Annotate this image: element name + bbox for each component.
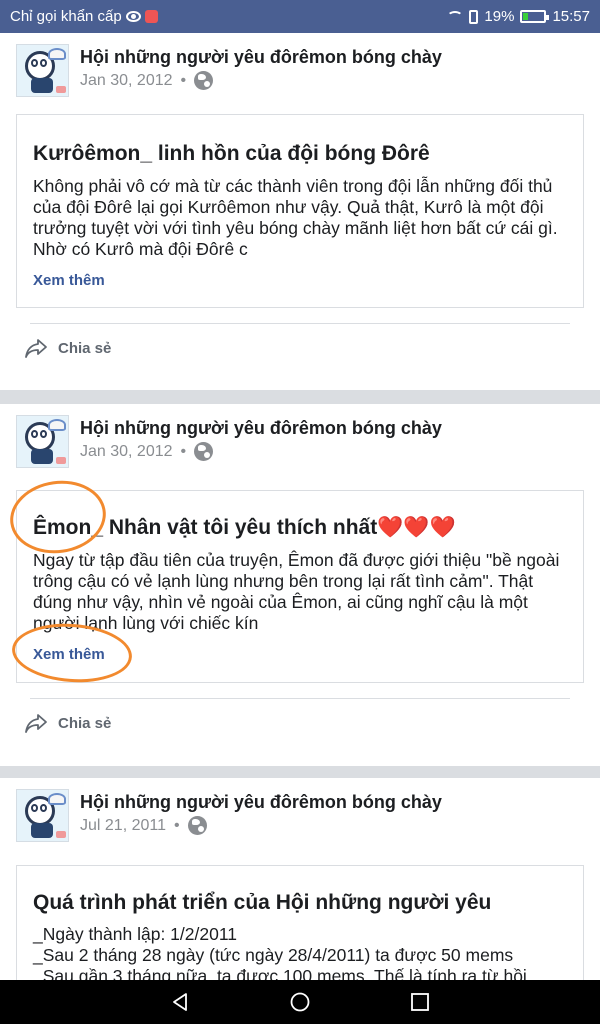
globe-icon xyxy=(194,442,214,461)
note-post: Hội những người yêu đôrêmon bóng chày Ja… xyxy=(0,33,600,390)
divider xyxy=(30,698,570,699)
post-date[interactable]: Jan 30, 2012 xyxy=(80,72,173,90)
wifi-icon xyxy=(447,10,464,23)
note-title[interactable]: Kưrôêmon_ linh hồn của đội bóng Đôrê xyxy=(33,141,567,167)
eye-icon xyxy=(125,11,141,22)
page-avatar[interactable] xyxy=(16,415,69,468)
see-more-link[interactable]: Xem thêm xyxy=(33,646,105,663)
clock: 15:57 xyxy=(552,8,590,25)
globe-icon xyxy=(187,816,207,835)
note-line: _Sau 2 tháng 28 ngày (tức ngày 28/4/2011… xyxy=(33,945,514,965)
post-date[interactable]: Jan 30, 2012 xyxy=(80,443,173,461)
globe-icon xyxy=(194,71,214,90)
note-line: _Sau gần 3 tháng nữa, ta được 100 mems. … xyxy=(33,966,527,980)
page-name[interactable]: Hội những người yêu đôrêmon bóng chày xyxy=(80,791,442,813)
note-title[interactable]: Quá trình phát triển của Hội những người… xyxy=(33,890,567,916)
meta-separator: • xyxy=(174,816,180,834)
share-label: Chia sẻ xyxy=(58,714,112,732)
note-card[interactable]: Êmon_ Nhân vật tôi yêu thích nhất❤️❤️❤️ … xyxy=(16,490,584,683)
note-excerpt: Ngay từ tập đầu tiên của truyện, Êmon đã… xyxy=(33,550,560,633)
note-excerpt: Không phải vô cớ mà từ các thành viên tr… xyxy=(33,176,558,259)
recording-icon xyxy=(144,10,158,23)
see-more-link[interactable]: Xem thêm xyxy=(33,272,105,289)
battery-percent: 19% xyxy=(484,8,515,25)
status-bar: Chỉ gọi khẩn cấp 19% 15:57 xyxy=(0,0,600,33)
page-avatar[interactable] xyxy=(16,789,69,842)
post-date[interactable]: Jul 21, 2011 xyxy=(80,817,166,835)
meta-separator: • xyxy=(180,71,187,89)
share-label: Chia sẻ xyxy=(58,339,112,357)
note-card[interactable]: Quá trình phát triển của Hội những người… xyxy=(16,865,584,980)
page-avatar[interactable] xyxy=(16,44,69,97)
navigation-bar xyxy=(0,980,600,1024)
note-post: Hội những người yêu đôrêmon bóng chày Ju… xyxy=(0,778,600,980)
recents-icon[interactable] xyxy=(410,992,430,1012)
meta-separator: • xyxy=(180,442,187,460)
note-card[interactable]: Kưrôêmon_ linh hồn của đội bóng Đôrê Khô… xyxy=(16,114,584,308)
note-line: _Ngày thành lập: 1/2/2011 xyxy=(33,924,238,944)
battery-icon xyxy=(520,10,550,23)
post-header: Hội những người yêu đôrêmon bóng chày Ju… xyxy=(16,789,442,842)
share-button[interactable]: Chia sẻ xyxy=(24,712,111,734)
carrier-text: Chỉ gọi khẩn cấp xyxy=(10,8,122,25)
share-icon xyxy=(25,339,47,358)
share-button[interactable]: Chia sẻ xyxy=(24,337,111,359)
back-icon[interactable] xyxy=(170,992,190,1012)
notes-feed[interactable]: Hội những người yêu đôrêmon bóng chày Ja… xyxy=(0,33,600,980)
note-title[interactable]: Êmon_ Nhân vật tôi yêu thích nhất❤️❤️❤️ xyxy=(33,515,567,541)
note-excerpt: _Ngày thành lập: 1/2/2011 _Sau 2 tháng 2… xyxy=(33,924,567,980)
post-header: Hội những người yêu đôrêmon bóng chày Ja… xyxy=(16,44,442,97)
page-name[interactable]: Hội những người yêu đôrêmon bóng chày xyxy=(80,46,442,68)
page-name[interactable]: Hội những người yêu đôrêmon bóng chày xyxy=(80,417,442,439)
share-icon xyxy=(25,714,47,733)
home-icon[interactable] xyxy=(290,992,310,1012)
divider xyxy=(30,323,570,324)
data-icon xyxy=(469,9,479,24)
post-header: Hội những người yêu đôrêmon bóng chày Ja… xyxy=(16,415,442,468)
note-post: Hội những người yêu đôrêmon bóng chày Ja… xyxy=(0,404,600,766)
